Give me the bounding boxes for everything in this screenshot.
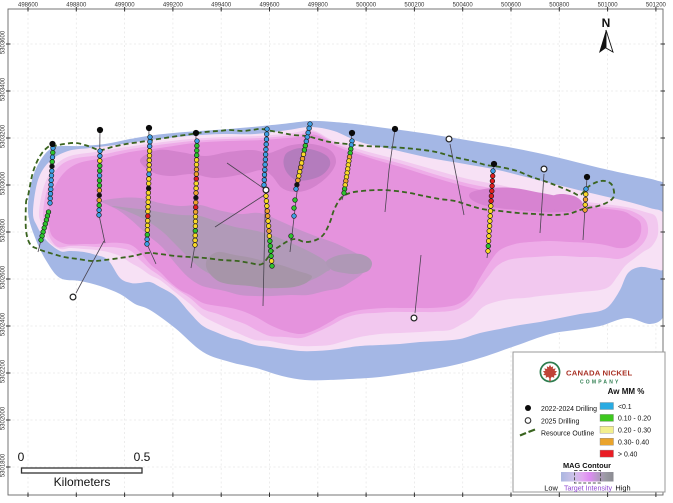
svg-text:499200: 499200 [163,3,184,9]
svg-text:N: N [602,16,611,30]
svg-text:500600: 500600 [501,3,522,9]
svg-text:CANADA NICKEL: CANADA NICKEL [566,369,632,378]
svg-text:Kilometers: Kilometers [54,475,111,489]
svg-text:5302000: 5302000 [1,406,7,430]
svg-text:501200: 501200 [646,3,667,9]
svg-text:5303200: 5303200 [1,124,7,148]
svg-text:500800: 500800 [549,3,570,9]
svg-text:0: 0 [18,450,25,464]
svg-text:COMPANY: COMPANY [580,380,621,386]
svg-text:> 0.40: > 0.40 [618,451,638,458]
svg-text:499400: 499400 [211,3,232,9]
svg-text:0.5: 0.5 [134,450,151,464]
svg-text:Resource Outline: Resource Outline [541,431,594,438]
svg-text:0.10 - 0.20: 0.10 - 0.20 [618,416,651,423]
svg-text:5303600: 5303600 [1,30,7,54]
svg-text:Target Intensity: Target Intensity [564,485,613,493]
svg-text:Aw MM %: Aw MM % [608,387,645,396]
svg-text:2022-2024 Drilling: 2022-2024 Drilling [541,406,597,413]
svg-text:5302400: 5302400 [1,312,7,336]
svg-text:498600: 498600 [18,3,39,9]
svg-text:499600: 499600 [259,3,280,9]
svg-text:5301800: 5301800 [1,453,7,477]
svg-text:<0.1: <0.1 [618,404,632,411]
svg-text:5303000: 5303000 [1,171,7,195]
svg-text:500000: 500000 [356,3,377,9]
svg-text:498800: 498800 [66,3,87,9]
svg-text:500400: 500400 [453,3,474,9]
svg-text:0.30- 0.40: 0.30- 0.40 [618,440,649,447]
svg-text:High: High [615,484,630,493]
svg-text:0.20 - 0.30: 0.20 - 0.30 [618,428,651,435]
svg-text:499000: 499000 [115,3,136,9]
svg-text:2025 Drilling: 2025 Drilling [541,419,579,426]
svg-text:5302600: 5302600 [1,265,7,289]
svg-text:5302200: 5302200 [1,359,7,383]
svg-text:Low: Low [544,484,558,493]
svg-text:5303400: 5303400 [1,77,7,101]
svg-text:MAG Contour: MAG Contour [563,461,611,470]
svg-text:499800: 499800 [308,3,329,9]
svg-text:501000: 501000 [598,3,619,9]
svg-text:5302800: 5302800 [1,218,7,242]
svg-text:500200: 500200 [404,3,425,9]
